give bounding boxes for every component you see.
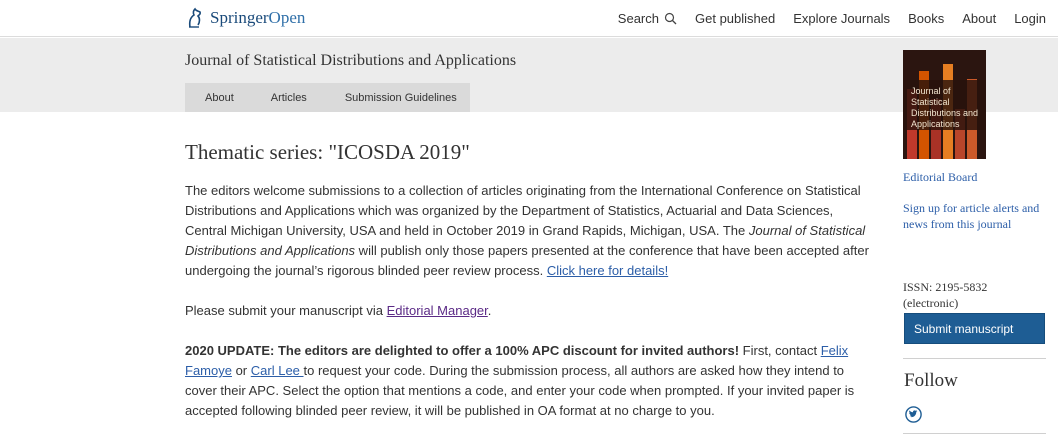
page-title: Thematic series: "ICOSDA 2019"	[185, 140, 470, 164]
logo-text: SpringerOpen	[210, 8, 305, 28]
journal-cover-image[interactable]: Journal of Statistical Distributions and…	[903, 50, 986, 159]
update-heading: 2020 UPDATE: The editors are delighted t…	[185, 343, 740, 358]
logo-suffix: Open	[268, 8, 306, 27]
cover-title: Journal of Statistical Distributions and…	[911, 86, 979, 129]
editorial-board-link[interactable]: Editorial Board	[903, 169, 977, 185]
twitter-icon[interactable]	[905, 406, 922, 423]
submit-text-end: .	[487, 303, 492, 318]
update-text-1: First, contact	[739, 343, 821, 358]
top-navigation: Search Get published Explore Journals Bo…	[600, 0, 1046, 37]
editorial-manager-link[interactable]: Editorial Manager	[387, 303, 488, 318]
springer-horse-icon	[188, 7, 202, 28]
springer-open-logo[interactable]: SpringerOpen	[186, 6, 305, 30]
nav-search[interactable]: Search	[618, 11, 677, 26]
submit-manuscript-button[interactable]: Submit manuscript	[904, 313, 1045, 344]
nav-explore-journals[interactable]: Explore Journals	[793, 11, 890, 26]
article-alerts-link[interactable]: Sign up for article alerts and news from…	[903, 200, 1053, 232]
issn-text: ISSN: 2195-5832 (electronic)	[903, 280, 988, 310]
journal-subnav: About Articles Submission Guidelines	[185, 83, 470, 112]
subnav-about[interactable]: About	[205, 92, 234, 104]
search-icon	[664, 12, 677, 25]
nav-get-published[interactable]: Get published	[695, 11, 775, 26]
carl-lee-link[interactable]: Carl Lee	[251, 363, 304, 378]
update-text-2: or	[231, 363, 251, 378]
top-bar: SpringerOpen Search Get published Explor…	[0, 0, 1058, 37]
journal-header-band	[0, 38, 1058, 112]
follow-heading: Follow	[904, 370, 958, 391]
update-paragraph: 2020 UPDATE: The editors are delighted t…	[185, 341, 875, 421]
details-link[interactable]: Click here for details!	[547, 263, 668, 278]
subnav-articles[interactable]: Articles	[271, 92, 307, 104]
nav-about[interactable]: About	[962, 11, 996, 26]
main-content: Thematic series: "ICOSDA 2019" The edito…	[185, 140, 875, 421]
sidebar-divider	[903, 358, 1046, 359]
nav-login[interactable]: Login	[1014, 11, 1046, 26]
sidebar-divider-bottom	[903, 433, 1046, 434]
intro-paragraph: The editors welcome submissions to a col…	[185, 181, 875, 281]
nav-books[interactable]: Books	[908, 11, 944, 26]
submit-text: Please submit your manuscript via	[185, 303, 387, 318]
journal-title[interactable]: Journal of Statistical Distributions and…	[185, 52, 516, 70]
subnav-submission-guidelines[interactable]: Submission Guidelines	[345, 92, 457, 104]
logo-brand: Springer	[210, 8, 269, 27]
nav-search-label: Search	[617, 11, 659, 26]
submit-paragraph: Please submit your manuscript via Editor…	[185, 301, 875, 321]
